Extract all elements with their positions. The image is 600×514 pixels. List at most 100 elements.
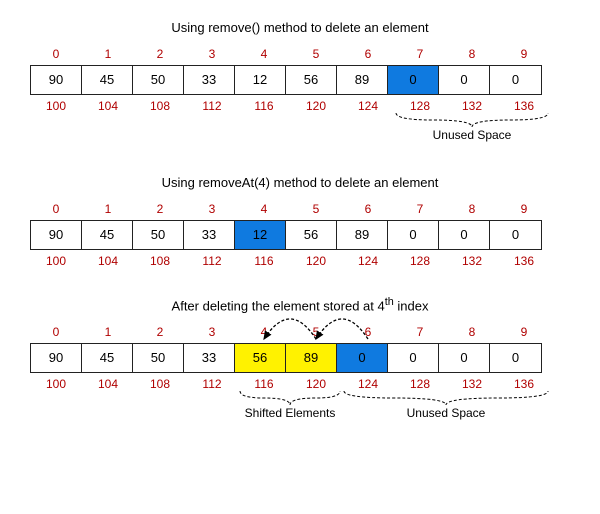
brace-shifted: Shifted Elements <box>238 391 342 420</box>
index-row: 0123456789 <box>30 325 570 339</box>
array-cell: 56 <box>286 221 337 249</box>
idx-row-cell: 3 <box>186 202 238 216</box>
addr-row-cell: 120 <box>290 99 342 113</box>
diagram-section-0: Using remove() method to delete an eleme… <box>30 20 570 147</box>
brace-row: Unused Space <box>30 113 550 147</box>
section-title: After deleting the element stored at 4th… <box>30 296 570 313</box>
array-cell: 0 <box>439 66 490 94</box>
addr-row-cell: 128 <box>394 377 446 391</box>
addr-row-cell: 120 <box>290 377 342 391</box>
idx-row-cell: 5 <box>290 47 342 61</box>
addr-row-cell: 132 <box>446 254 498 268</box>
idx-row-cell: 0 <box>30 47 82 61</box>
idx-row-cell: 3 <box>186 47 238 61</box>
addr-row-cell: 124 <box>342 377 394 391</box>
array-cell: 33 <box>184 221 235 249</box>
index-row: 0123456789 <box>30 47 570 61</box>
addr-row-cell: 116 <box>238 377 290 391</box>
addr-row-cell: 136 <box>498 99 550 113</box>
array-cell: 33 <box>184 66 235 94</box>
array-cell: 89 <box>337 221 388 249</box>
addr-row-cell: 128 <box>394 254 446 268</box>
array-cell: 50 <box>133 66 184 94</box>
idx-row-cell: 9 <box>498 325 550 339</box>
array-cell: 50 <box>133 344 184 372</box>
array-cell: 0 <box>388 66 439 94</box>
addr-row-cell: 120 <box>290 254 342 268</box>
addr-row-cell: 108 <box>134 99 186 113</box>
idx-row-cell: 9 <box>498 202 550 216</box>
diagram-section-2: After deleting the element stored at 4th… <box>30 296 570 425</box>
section-title: Using remove() method to delete an eleme… <box>30 20 570 35</box>
idx-row-cell: 7 <box>394 202 446 216</box>
addr-row-cell: 100 <box>30 99 82 113</box>
array-cell: 12 <box>235 66 286 94</box>
array-cell: 33 <box>184 344 235 372</box>
addr-row-cell: 112 <box>186 377 238 391</box>
idx-row-cell: 8 <box>446 47 498 61</box>
array-row: 90455033125689000 <box>30 220 542 250</box>
array-cell: 12 <box>235 221 286 249</box>
idx-row-cell: 5 <box>290 202 342 216</box>
index-row: 0123456789 <box>30 202 570 216</box>
idx-row-cell: 2 <box>134 202 186 216</box>
addr-row-cell: 104 <box>82 99 134 113</box>
addr-row-cell: 136 <box>498 254 550 268</box>
array-cell: 90 <box>31 344 82 372</box>
brace-shifted-label: Shifted Elements <box>238 406 342 420</box>
array-cell: 45 <box>82 66 133 94</box>
array-cell: 0 <box>490 66 541 94</box>
array-cell: 0 <box>490 221 541 249</box>
idx-row-cell: 3 <box>186 325 238 339</box>
array-row: 90455033125689000 <box>30 65 542 95</box>
addr-row-cell: 124 <box>342 99 394 113</box>
idx-row-cell: 7 <box>394 47 446 61</box>
array-cell: 0 <box>337 344 388 372</box>
array-cell: 90 <box>31 66 82 94</box>
idx-row-cell: 1 <box>82 325 134 339</box>
brace-unused: Unused Space <box>342 391 550 420</box>
addr-row-cell: 104 <box>82 254 134 268</box>
address-row: 100104108112116120124128132136 <box>30 99 570 113</box>
addr-row-cell: 116 <box>238 99 290 113</box>
address-row: 100104108112116120124128132136 <box>30 377 570 391</box>
address-row: 100104108112116120124128132136 <box>30 254 570 268</box>
idx-row-cell: 4 <box>238 325 290 339</box>
brace-unused-label: Unused Space <box>394 128 550 142</box>
section-title: Using removeAt(4) method to delete an el… <box>30 175 570 190</box>
brace-unused: Unused Space <box>394 113 550 142</box>
addr-row-cell: 132 <box>446 377 498 391</box>
idx-row-cell: 1 <box>82 47 134 61</box>
idx-row-cell: 0 <box>30 202 82 216</box>
idx-row-cell: 8 <box>446 325 498 339</box>
idx-row-cell: 5 <box>290 325 342 339</box>
addr-row-cell: 124 <box>342 254 394 268</box>
idx-row-cell: 4 <box>238 202 290 216</box>
brace-unused-label: Unused Space <box>342 406 550 420</box>
idx-row-cell: 9 <box>498 47 550 61</box>
idx-row-cell: 6 <box>342 325 394 339</box>
array-cell: 89 <box>286 344 337 372</box>
array-cell: 0 <box>388 344 439 372</box>
array-cell: 0 <box>388 221 439 249</box>
addr-row-cell: 136 <box>498 377 550 391</box>
idx-row-cell: 0 <box>30 325 82 339</box>
idx-row-cell: 7 <box>394 325 446 339</box>
idx-row-cell: 2 <box>134 47 186 61</box>
addr-row-cell: 132 <box>446 99 498 113</box>
idx-row-cell: 6 <box>342 202 394 216</box>
idx-row-cell: 2 <box>134 325 186 339</box>
array-row: 9045503356890000 <box>30 343 542 373</box>
array-cell: 0 <box>490 344 541 372</box>
array-cell: 56 <box>235 344 286 372</box>
addr-row-cell: 116 <box>238 254 290 268</box>
array-cell: 89 <box>337 66 388 94</box>
idx-row-cell: 8 <box>446 202 498 216</box>
array-cell: 90 <box>31 221 82 249</box>
array-cell: 45 <box>82 344 133 372</box>
addr-row-cell: 100 <box>30 254 82 268</box>
brace-row: Shifted Elements Unused Space <box>30 391 550 425</box>
addr-row-cell: 100 <box>30 377 82 391</box>
addr-row-cell: 108 <box>134 254 186 268</box>
array-cell: 45 <box>82 221 133 249</box>
